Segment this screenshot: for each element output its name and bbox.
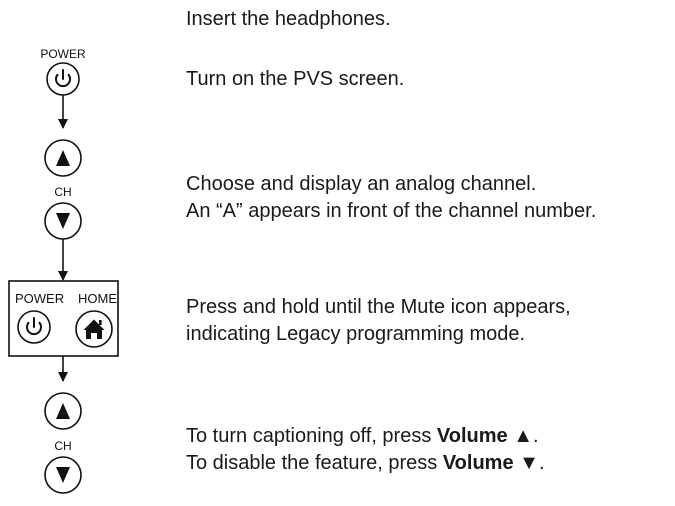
volume-down-label: Volume ▼ — [442, 452, 539, 474]
period: . — [533, 425, 539, 447]
channel-down-button[interactable] — [44, 456, 82, 494]
home-button[interactable] — [75, 310, 113, 348]
step-turn-on-screen: Turn on the PVS screen. — [186, 68, 405, 90]
power-label: POWER — [15, 291, 64, 306]
power-button[interactable] — [17, 310, 51, 344]
channel-up-button[interactable] — [44, 392, 82, 430]
step-choose-channel: Choose and display an analog channel. — [186, 173, 537, 195]
power-button[interactable] — [46, 62, 80, 96]
step-captioning-off-text: To turn captioning off, press — [186, 425, 437, 447]
volume-up-label: Volume ▲ — [436, 425, 533, 447]
step-legacy-mode: indicating Legacy programming mode. — [186, 323, 526, 345]
ch-label: CH — [54, 185, 71, 199]
period: . — [538, 452, 545, 474]
ch-label: CH — [54, 439, 71, 453]
step-disable-feature: To disable the feature, press Volume ▼. — [186, 450, 545, 477]
power-label: POWER — [40, 47, 86, 61]
step-analog-note: An “A” appears in front of the channel n… — [186, 200, 597, 222]
channel-down-button[interactable] — [44, 202, 82, 240]
step-captioning-off: To turn captioning off, press Volume ▲. — [186, 423, 539, 450]
step-insert-headphones: Insert the headphones. — [186, 8, 391, 30]
step-press-hold: Press and hold until the Mute icon appea… — [186, 296, 571, 318]
channel-up-button[interactable] — [44, 139, 82, 177]
step-disable-feature-text: To disable the feature, press — [186, 452, 443, 474]
home-label: HOME — [78, 291, 117, 306]
